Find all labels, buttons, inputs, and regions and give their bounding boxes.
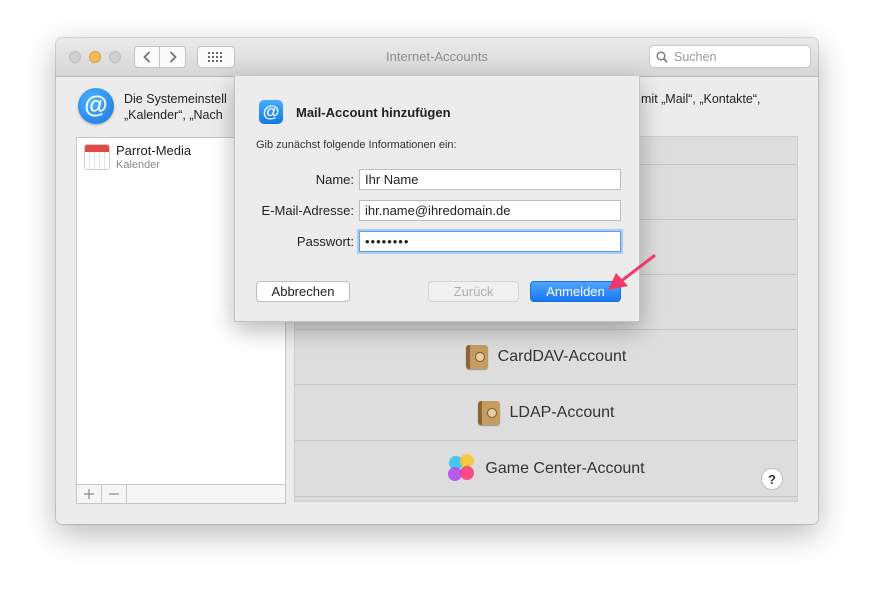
mail-at-icon: @: [259, 100, 283, 124]
account-type: Kalender: [116, 159, 161, 171]
address-book-icon: [477, 401, 500, 425]
provider-row-carddav[interactable]: CardDAV-Account: [295, 330, 797, 385]
help-button[interactable]: ?: [761, 468, 783, 490]
add-account-button[interactable]: [77, 485, 102, 503]
provider-label: Game Center-Account: [485, 460, 645, 477]
list-item[interactable]: Parrot-Media Kalender: [84, 143, 192, 171]
name-label: Name:: [315, 172, 354, 187]
search-input[interactable]: [672, 48, 806, 65]
search-icon: [656, 51, 668, 63]
password-field[interactable]: [359, 231, 621, 252]
account-name: Parrot-Media: [116, 143, 192, 158]
title-bar: Internet-Accounts: [56, 38, 818, 77]
email-field[interactable]: [359, 200, 621, 221]
add-mail-account-dialog: @ Mail-Account hinzufügen Gib zunächst f…: [234, 76, 640, 322]
provider-label: LDAP-Account: [509, 404, 615, 421]
remove-account-button[interactable]: [102, 485, 127, 503]
calendar-icon: [84, 144, 110, 170]
minus-icon: [109, 493, 119, 495]
email-label: E-Mail-Adresse:: [261, 203, 354, 218]
game-center-icon: [447, 454, 477, 484]
name-field[interactable]: [359, 169, 621, 190]
pointer-arrow-icon: [608, 254, 656, 290]
address-book-icon: [465, 345, 488, 369]
plus-icon: [84, 489, 94, 499]
provider-label: CardDAV-Account: [497, 348, 627, 365]
cancel-button[interactable]: Abbrechen: [256, 281, 350, 302]
password-label: Passwort:: [296, 234, 354, 249]
header-description-right: mit „Mail“, „Kontakte“,: [641, 92, 761, 106]
provider-row-ldap[interactable]: LDAP-Account: [295, 386, 797, 441]
internet-accounts-icon: @: [78, 88, 114, 124]
search-field[interactable]: [649, 45, 811, 68]
list-controls: [76, 484, 286, 504]
provider-row-game-center[interactable]: Game Center-Account: [295, 442, 797, 497]
back-button-disabled[interactable]: Zurück: [428, 281, 519, 302]
dialog-subtitle: Gib zunächst folgende Informationen ein:: [256, 139, 457, 151]
dialog-title: Mail-Account hinzufügen: [296, 105, 451, 120]
